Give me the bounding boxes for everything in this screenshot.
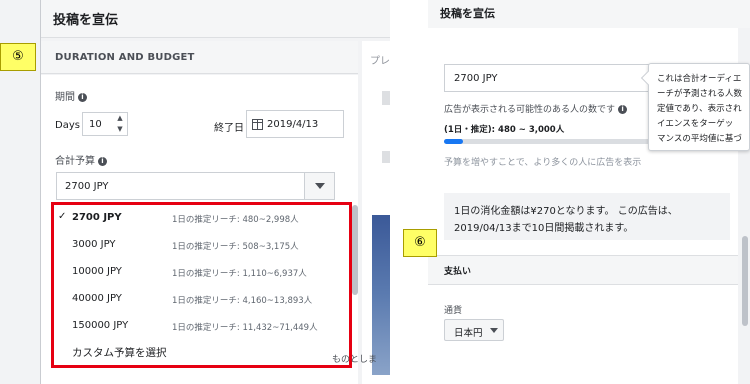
currency-label: 通貨 [444, 306, 463, 316]
budget-option-amount: 2700 JPY [72, 212, 122, 223]
budget-option-reach: 1日の推定リーチ: 4,160~13,893人 [172, 296, 313, 306]
preview-label: プレ [370, 56, 390, 67]
payment-title: 支払い [444, 267, 472, 277]
step-badge-6: ⑥ [403, 229, 437, 257]
info-icon[interactable]: i [78, 93, 87, 102]
estimated-reach-label: 広告が表示される可能性のある人の数です i [444, 102, 628, 115]
budget-option[interactable]: 150000 JPY 1日の推定リーチ: 11,432~71,449人 [54, 313, 349, 340]
budget-select-value: 2700 JPY [65, 181, 109, 192]
payment-section-header: 支払い [428, 255, 738, 285]
currency-select[interactable]: 日本円 [444, 319, 504, 341]
budget-option[interactable]: 3000 JPY 1日の推定リーチ: 508~3,175人 [54, 232, 349, 259]
info-icon[interactable]: i [98, 157, 107, 166]
budget-option[interactable]: ✓ 2700 JPY 1日の推定リーチ: 480~2,998人 [54, 205, 349, 232]
end-date-field[interactable]: 2019/4/13 [246, 110, 344, 138]
budget-option[interactable]: 40000 JPY 1日の推定リーチ: 4,160~13,893人 [54, 286, 349, 313]
estimated-reach-value: (1日・推定): 480 ~ 3,000人 [444, 125, 565, 135]
stepper-down-icon[interactable]: ▼ [113, 124, 127, 135]
budget-option-reach: 1日の推定リーチ: 508~3,175人 [172, 242, 299, 252]
calendar-icon [252, 119, 263, 130]
scrollbar[interactable] [742, 236, 748, 326]
chevron-down-icon [315, 183, 325, 189]
chevron-down-icon [490, 328, 498, 333]
left-dialog: 投稿を宣伝 DURATION AND BUDGET プレ 期間 i Days 10… [0, 0, 390, 384]
budget-option-amount: 150000 JPY [72, 320, 129, 331]
budget-option-reach: 1日の推定リーチ: 1,110~6,937人 [172, 269, 307, 279]
custom-budget-option[interactable]: カスタム予算を選択 [72, 345, 167, 360]
days-label: Days [55, 120, 80, 131]
end-date-label: 終了日 [214, 123, 244, 134]
end-date-value: 2019/4/13 [267, 119, 319, 130]
budget-select[interactable]: 2700 JPY [56, 172, 335, 200]
budget-summary: 1日の消化金額は¥270となります。 この広告は、 2019/04/13まで10… [444, 193, 730, 240]
budget-hint: 予算を増やすことで、より多くの人に広告を表示 [444, 158, 642, 168]
budget-option-reach: 1日の推定リーチ: 480~2,998人 [172, 215, 299, 225]
step-badge-5: ⑤ [0, 43, 36, 71]
scrollbar[interactable] [352, 205, 358, 295]
info-icon[interactable]: i [618, 105, 628, 114]
screenshot-composite: 投稿を宣伝 DURATION AND BUDGET プレ 期間 i Days 10… [0, 0, 750, 384]
section-title: DURATION AND BUDGET [55, 52, 195, 63]
preview-panel: プレ [362, 41, 390, 384]
tooltip-line: 定値であり、表示され [657, 104, 742, 114]
budget-option-amount: 3000 JPY [72, 239, 116, 250]
section-header: DURATION AND BUDGET [41, 41, 358, 74]
currency-value: 日本円 [454, 328, 483, 339]
stepper-up-icon[interactable]: ▲ [113, 113, 127, 124]
preview-placeholder [382, 91, 390, 105]
estimated-reach-label-text: 広告が表示される可能性のある人の数です [444, 105, 616, 115]
tooltip-line: これは合計オーディエ [657, 74, 742, 84]
tooltip-line: マンスの平均値に基づ [657, 134, 742, 144]
period-label: 期間 i [55, 88, 87, 103]
days-stepper[interactable]: 10 ▲ ▼ [82, 112, 128, 136]
days-value: 10 [89, 119, 102, 130]
dialog-title: 投稿を宣伝 [53, 13, 119, 28]
budget-select-toggle[interactable] [304, 173, 334, 199]
dialog-title: 投稿を宣伝 [440, 7, 495, 20]
dialog-header: 投稿を宣伝 [41, 0, 390, 38]
budget-option-reach: 1日の推定リーチ: 11,432~71,449人 [172, 323, 318, 333]
tooltip-line: ーチが予測される人数 [657, 89, 743, 99]
summary-line: 1日の消化金額は¥270となります。 この広告は、 [454, 206, 678, 217]
dialog-header: 投稿を宣伝 [428, 0, 750, 28]
budget-option-amount: 10000 JPY [72, 266, 122, 277]
right-dialog: 投稿を宣伝 2700 JPY 広告が表示される可能性のある人の数です i (1日・… [428, 0, 750, 384]
check-icon: ✓ [58, 211, 67, 222]
reach-bar [444, 139, 650, 144]
budget-label: 合計予算 i [55, 152, 107, 167]
reach-tooltip: これは合計オーディエ ーチが予測される人数 定値であり、表示され イエンスをター… [640, 63, 750, 151]
period-label-text: 期間 [55, 92, 75, 103]
summary-line: 2019/04/13まで10日間掲載されます。 [454, 223, 634, 234]
budget-option-amount: 40000 JPY [72, 293, 122, 304]
budget-dropdown: ✓ 2700 JPY 1日の推定リーチ: 480~2,998人 3000 JPY… [51, 202, 352, 368]
budget-option[interactable]: 10000 JPY 1日の推定リーチ: 1,110~6,937人 [54, 259, 349, 286]
tooltip-line: イエンスをターゲッ [657, 119, 734, 129]
preview-image [372, 215, 390, 375]
budget-label-text: 合計予算 [55, 156, 95, 167]
budget-select-value: 2700 JPY [454, 73, 498, 84]
preview-trailing-text: ものとしま [332, 355, 378, 365]
reach-bar-fill [444, 139, 463, 144]
preview-placeholder [382, 151, 390, 163]
